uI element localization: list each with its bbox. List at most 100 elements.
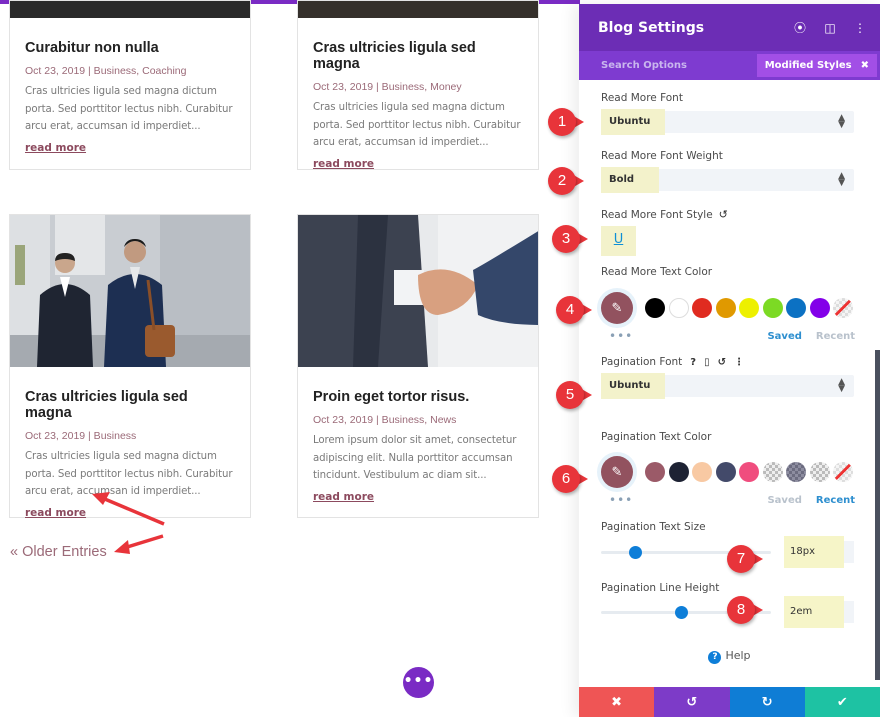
blog-post-card: Curabitur non nulla Oct 23, 2019 | Busin… [9,0,251,170]
blog-post-card: Proin eget tortor risus. Oct 23, 2019 | … [297,214,539,518]
select-caret-icon: ▲ ▼ [838,171,845,188]
arrow-to-older-entries [114,534,164,554]
post-featured-image[interactable] [10,215,250,367]
tab-recent[interactable]: Recent [816,331,855,342]
color-swatch-peach[interactable] [692,462,712,482]
read-more-link[interactable]: read more [25,507,86,519]
pagination-font-select[interactable]: Ubuntu ▲ ▼ [601,373,854,399]
more-options-button[interactable]: ••• [403,667,434,698]
device-icon[interactable]: ▯ [704,357,710,368]
color-swatch-none[interactable] [833,298,853,318]
post-featured-image[interactable] [10,1,250,18]
color-swatch-pink[interactable] [739,462,759,482]
annotation-marker: 8 [727,596,763,624]
annotation-marker: 4 [556,296,592,324]
color-swatch-none[interactable] [833,462,853,482]
color-swatch-transparent-slate[interactable] [786,462,806,482]
annotation-marker: 5 [556,381,592,409]
more-colors-icon[interactable]: ••• [609,493,633,507]
pagination-text-size-input[interactable]: 18px [784,536,854,568]
reset-icon[interactable]: ↺ [719,208,728,221]
search-options-input[interactable]: Search Options [579,60,757,71]
modified-styles-label: Modified Styles [764,60,852,71]
help-link[interactable]: ? Help [579,649,880,664]
color-swatch-red[interactable] [692,298,712,318]
label-text: Pagination Font [601,356,683,368]
select-value: Ubuntu [601,373,665,399]
annotation-marker: 1 [548,108,584,136]
pagination-line-height-label: Pagination Line Height [601,582,720,594]
post-excerpt: Cras ultricies ligula sed magna dictum p… [25,451,233,497]
post-title[interactable]: Cras ultricies ligula sed magna [25,389,235,421]
slider-handle[interactable] [674,606,688,619]
close-icon[interactable]: ✖ [861,60,869,71]
read-more-color-swatches: ✎ [601,292,857,324]
select-caret-icon: ▲ ▼ [838,113,845,130]
fullscreen-icon[interactable]: ⦿ [794,19,806,36]
blog-post-card: Cras ultricies ligula sed magna Oct 23, … [9,214,251,519]
undo-button[interactable]: ↺ [654,687,730,717]
color-swatch-yellow[interactable] [739,298,759,318]
select-value: Ubuntu [601,109,665,135]
color-swatch-mauve[interactable] [645,462,665,482]
color-swatch-blue[interactable] [786,298,806,318]
color-swatch-transparent-light[interactable] [809,462,830,482]
handshake-photo [298,215,538,367]
pagination-line-height-input[interactable]: 2em [784,596,854,628]
tab-saved[interactable]: Saved [767,331,801,342]
color-swatch-slate[interactable] [715,462,736,482]
color-swatch-transparent-gray[interactable] [762,462,783,482]
annotation-marker: 2 [548,167,584,195]
input-value: 18px [784,536,844,568]
tab-saved[interactable]: Saved [767,495,801,506]
save-button[interactable]: ✔ [804,687,880,717]
read-more-font-label: Read More Font [601,92,683,104]
kebab-menu-icon[interactable]: ⋮ [734,357,744,368]
eyedropper-color-picker[interactable]: ✎ [601,456,633,488]
read-more-link[interactable]: read more [313,491,374,503]
pagination-font-label: Pagination Font? ▯ ↺ ⋮ [601,356,744,368]
eyedropper-color-picker[interactable]: ✎ [601,292,633,324]
post-featured-image[interactable] [298,1,538,18]
slider-handle[interactable] [629,546,643,559]
reset-icon[interactable]: ↺ [718,357,726,368]
read-more-font-select[interactable]: Ubuntu ▲ ▼ [601,109,854,135]
color-swatch-green[interactable] [762,298,783,318]
post-featured-image[interactable] [298,215,538,367]
more-colors-icon[interactable]: ••• [609,329,633,343]
read-more-font-weight-select[interactable]: Bold ▲ ▼ [601,167,854,193]
redo-button[interactable]: ↻ [729,687,805,717]
annotation-marker: 7 [727,545,763,573]
blog-post-card: Cras ultricies ligula sed magna Oct 23, … [297,0,539,170]
panel-subheader: Search Options Modified Styles ✖ [579,51,880,80]
help-icon[interactable]: ? [690,357,696,368]
panel-header: Blog Settings ⦿ ◫ ⋮ [579,4,880,51]
post-title[interactable]: Proin eget tortor risus. [313,389,523,405]
help-icon: ? [708,651,722,664]
color-swatch-purple[interactable] [809,298,830,318]
split-view-icon[interactable]: ◫ [824,21,836,35]
read-more-link[interactable]: read more [25,142,86,154]
older-entries-link[interactable]: « Older Entries [10,544,107,560]
panel-scrollbar[interactable] [875,350,880,680]
pagination-text-size-label: Pagination Text Size [601,521,706,533]
pagination-color-swatches: ✎ [601,456,857,488]
label-text: Read More Font Style [601,209,713,221]
post-meta: Oct 23, 2019 | Business [25,430,137,442]
annotation-marker: 3 [552,225,588,253]
color-swatch-orange[interactable] [715,298,736,318]
modified-styles-filter[interactable]: Modified Styles ✖ [756,54,877,77]
post-excerpt: Cras ultricies ligula sed magna dictum p… [313,102,521,148]
color-swatch-navy-black[interactable] [668,462,689,482]
color-swatch-black[interactable] [645,298,665,318]
post-title[interactable]: Curabitur non nulla [25,40,235,56]
read-more-link[interactable]: read more [313,158,374,170]
read-more-font-weight-label: Read More Font Weight [601,150,723,162]
tab-recent[interactable]: Recent [816,495,855,506]
kebab-menu-icon[interactable]: ⋮ [854,21,866,35]
underline-toggle[interactable]: U [601,226,636,256]
discard-button[interactable]: ✖ [579,687,655,717]
post-title[interactable]: Cras ultricies ligula sed magna [313,40,523,72]
input-value: 2em [784,596,844,628]
color-swatch-white[interactable] [668,298,689,318]
